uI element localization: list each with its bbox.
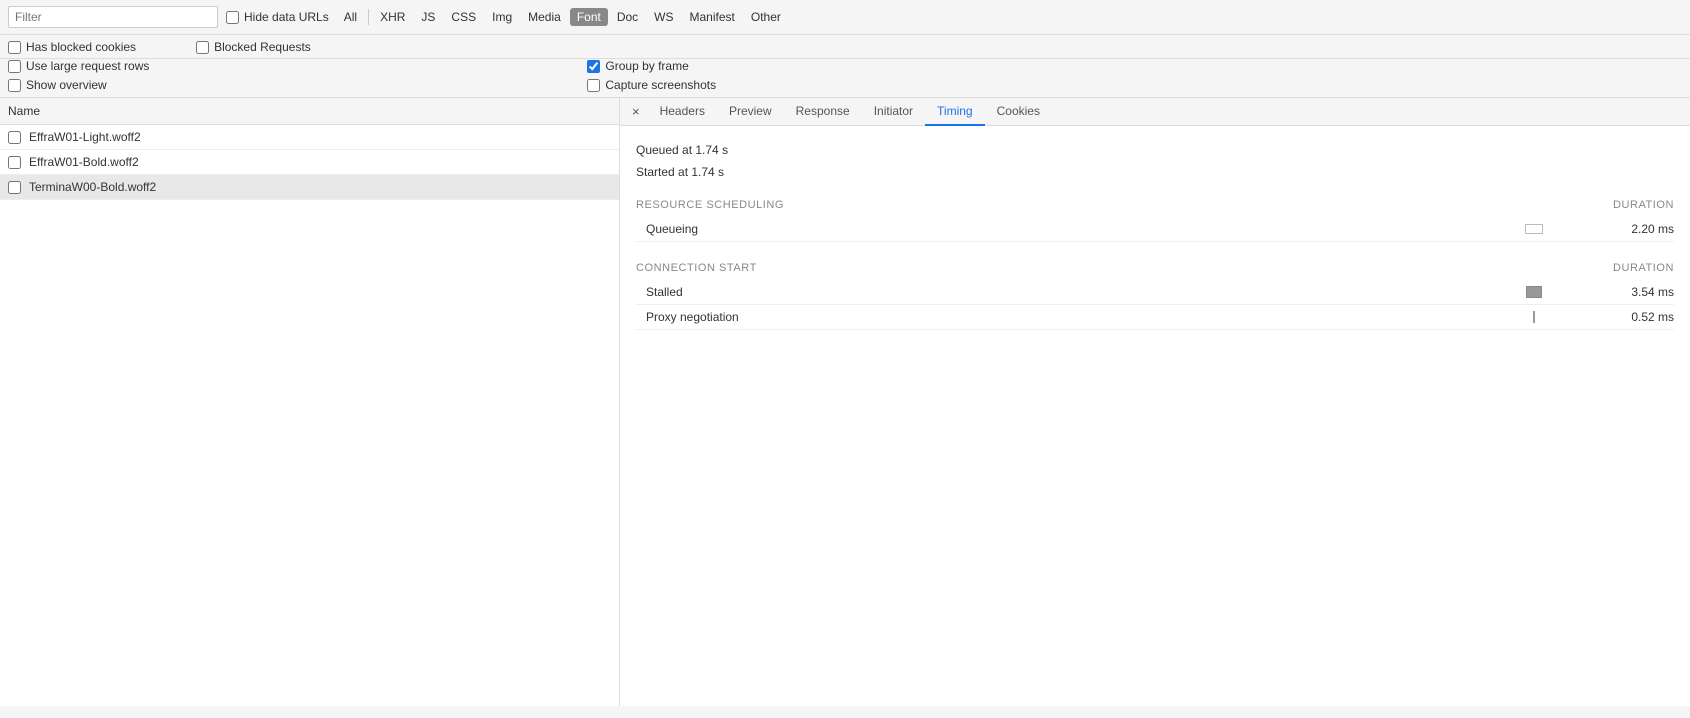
tab-preview[interactable]: Preview	[717, 98, 784, 126]
use-large-rows-checkbox[interactable]	[8, 60, 21, 73]
show-overview-checkbox[interactable]	[8, 79, 21, 92]
request-item-name-2: EffraW01-Bold.woff2	[29, 155, 139, 169]
filter-types: All XHR JS CSS Img Media Font Doc WS Man…	[337, 8, 788, 26]
filter-btn-img[interactable]: Img	[485, 8, 519, 26]
proxy-duration: 0.52 ms	[1594, 310, 1674, 324]
tab-bar: × Headers Preview Response Initiator Tim…	[620, 98, 1690, 126]
main-area: Name EffraW01-Light.woff2 EffraW01-Bold.…	[0, 98, 1690, 706]
has-blocked-cookies-label[interactable]: Has blocked cookies	[8, 40, 136, 54]
filter-btn-js[interactable]: JS	[414, 8, 442, 26]
group-by-frame-checkbox[interactable]	[587, 60, 600, 73]
use-large-rows-text: Use large request rows	[26, 59, 149, 73]
has-blocked-cookies-checkbox[interactable]	[8, 41, 21, 54]
proxy-bar-area	[1474, 311, 1594, 323]
filter-btn-media[interactable]: Media	[521, 8, 568, 26]
options-row-2: Use large request rows Show overview Gro…	[0, 59, 1690, 98]
right-panel: × Headers Preview Response Initiator Tim…	[620, 98, 1690, 706]
filter-btn-xhr[interactable]: XHR	[373, 8, 412, 26]
timing-row-proxy: Proxy negotiation 0.52 ms	[636, 305, 1674, 330]
timing-row-queueing: Queueing 2.20 ms	[636, 217, 1674, 242]
stalled-label: Stalled	[646, 285, 1474, 299]
queueing-duration: 2.20 ms	[1594, 222, 1674, 236]
resource-scheduling-title: Resource Scheduling	[636, 199, 784, 211]
filter-btn-ws[interactable]: WS	[647, 8, 680, 26]
proxy-bar-line	[1533, 311, 1535, 323]
queueing-label: Queueing	[646, 222, 1474, 236]
filter-input[interactable]	[8, 6, 218, 28]
close-button[interactable]: ×	[624, 99, 648, 124]
filter-btn-other[interactable]: Other	[744, 8, 788, 26]
tab-timing[interactable]: Timing	[925, 98, 985, 126]
connection-start-duration-label: DURATION	[1613, 262, 1674, 274]
filter-btn-manifest[interactable]: Manifest	[683, 8, 742, 26]
capture-screenshots-label[interactable]: Capture screenshots	[587, 78, 716, 92]
hide-data-urls-text: Hide data URLs	[244, 10, 329, 24]
hide-data-urls-label[interactable]: Hide data URLs	[226, 10, 329, 24]
use-large-rows-label[interactable]: Use large request rows	[8, 59, 149, 73]
tab-initiator[interactable]: Initiator	[862, 98, 925, 126]
hide-data-urls-checkbox[interactable]	[226, 11, 239, 24]
toolbar-row: Hide data URLs All XHR JS CSS Img Media …	[0, 0, 1690, 35]
list-item[interactable]: TerminaW00-Bold.woff2	[0, 175, 619, 200]
options-right: Group by frame Capture screenshots	[587, 59, 716, 92]
filter-btn-doc[interactable]: Doc	[610, 8, 645, 26]
section-divider	[636, 242, 1674, 258]
filter-btn-css[interactable]: CSS	[444, 8, 483, 26]
blocked-requests-checkbox[interactable]	[196, 41, 209, 54]
queueing-bar-area	[1474, 224, 1594, 234]
blocked-requests-label[interactable]: Blocked Requests	[196, 40, 311, 54]
group-by-frame-label[interactable]: Group by frame	[587, 59, 716, 73]
options-row-1: Has blocked cookies Blocked Requests	[0, 35, 1690, 59]
left-panel: Name EffraW01-Light.woff2 EffraW01-Bold.…	[0, 98, 620, 706]
filter-btn-font[interactable]: Font	[570, 8, 608, 26]
list-header: Name	[0, 98, 619, 125]
queueing-bar	[1525, 224, 1543, 234]
timing-content: Queued at 1.74 s Started at 1.74 s Resou…	[620, 126, 1690, 344]
blocked-requests-text: Blocked Requests	[214, 40, 311, 54]
request-item-name-3: TerminaW00-Bold.woff2	[29, 180, 156, 194]
timing-meta: Queued at 1.74 s Started at 1.74 s	[636, 140, 1674, 183]
capture-screenshots-checkbox[interactable]	[587, 79, 600, 92]
request-item-checkbox-1[interactable]	[8, 131, 21, 144]
list-item[interactable]: EffraW01-Bold.woff2	[0, 150, 619, 175]
tab-response[interactable]: Response	[784, 98, 862, 126]
proxy-label: Proxy negotiation	[646, 310, 1474, 324]
stalled-bar	[1526, 286, 1542, 298]
tab-cookies[interactable]: Cookies	[985, 98, 1052, 126]
request-item-name-1: EffraW01-Light.woff2	[29, 130, 141, 144]
resource-scheduling-section: Resource Scheduling DURATION Queueing 2.…	[636, 199, 1674, 242]
has-blocked-cookies-text: Has blocked cookies	[26, 40, 136, 54]
stalled-bar-area	[1474, 286, 1594, 298]
request-item-checkbox-3[interactable]	[8, 181, 21, 194]
filter-btn-all[interactable]: All	[337, 8, 364, 26]
connection-start-title: Connection Start	[636, 262, 757, 274]
started-at: Started at 1.74 s	[636, 162, 1674, 184]
options-left: Use large request rows Show overview	[8, 59, 149, 92]
connection-start-section: Connection Start DURATION Stalled 3.54 m…	[636, 262, 1674, 330]
show-overview-text: Show overview	[26, 78, 107, 92]
list-item[interactable]: EffraW01-Light.woff2	[0, 125, 619, 150]
timing-row-stalled: Stalled 3.54 ms	[636, 280, 1674, 305]
show-overview-label[interactable]: Show overview	[8, 78, 149, 92]
connection-start-header: Connection Start DURATION	[636, 262, 1674, 274]
request-list: EffraW01-Light.woff2 EffraW01-Bold.woff2…	[0, 125, 619, 706]
stalled-duration: 3.54 ms	[1594, 285, 1674, 299]
request-item-checkbox-2[interactable]	[8, 156, 21, 169]
group-by-frame-text: Group by frame	[605, 59, 688, 73]
queued-at: Queued at 1.74 s	[636, 140, 1674, 162]
resource-scheduling-duration-label: DURATION	[1613, 199, 1674, 211]
separator	[368, 9, 369, 25]
tab-headers[interactable]: Headers	[648, 98, 717, 126]
capture-screenshots-text: Capture screenshots	[605, 78, 716, 92]
resource-scheduling-header: Resource Scheduling DURATION	[636, 199, 1674, 211]
column-name: Name	[8, 104, 40, 118]
